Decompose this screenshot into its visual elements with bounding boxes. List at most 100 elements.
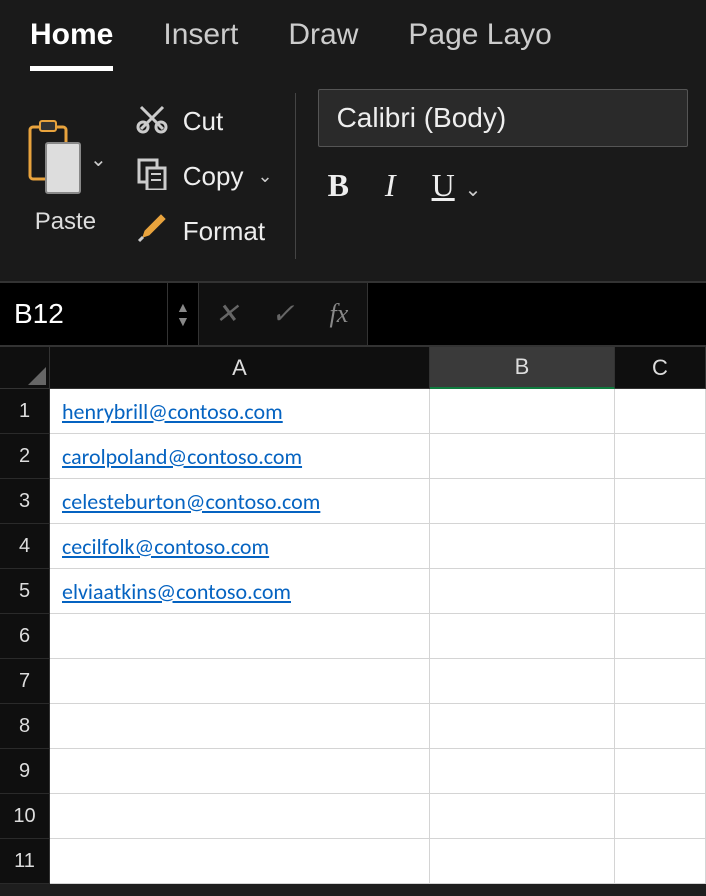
cell[interactable] (615, 569, 706, 614)
table-row: 3 celesteburton@contoso.com (0, 479, 706, 524)
cell[interactable] (615, 749, 706, 794)
cell[interactable] (50, 794, 430, 839)
name-box[interactable]: B12 (0, 283, 168, 345)
email-link[interactable]: henrybrill@contoso.com (62, 398, 283, 425)
table-row: 5 elviaatkins@contoso.com (0, 569, 706, 614)
cell[interactable] (615, 479, 706, 524)
row-header[interactable]: 8 (0, 704, 50, 749)
separator (295, 93, 296, 259)
formula-bar: B12 ▲ ▼ ✕ ✓ fx (0, 281, 706, 347)
column-header-B[interactable]: B (430, 347, 615, 389)
spreadsheet-grid: A B C 1 henrybrill@contoso.com 2 carolpolan… (0, 347, 706, 884)
spinner-down-icon[interactable]: ▼ (176, 314, 190, 328)
chevron-down-icon[interactable]: ⌄ (465, 177, 482, 202)
cell[interactable] (615, 839, 706, 884)
row-header[interactable]: 5 (0, 569, 50, 614)
cell[interactable]: henrybrill@contoso.com (50, 389, 430, 434)
cell[interactable] (50, 839, 430, 884)
cell[interactable] (50, 704, 430, 749)
cell[interactable] (430, 569, 615, 614)
cancel-formula-button[interactable]: ✕ (199, 283, 255, 345)
cell[interactable] (615, 389, 706, 434)
cell[interactable] (430, 434, 615, 479)
bold-button[interactable]: B (328, 167, 349, 204)
email-link[interactable]: celesteburton@contoso.com (62, 488, 320, 515)
paintbrush-icon (135, 211, 169, 252)
row-header[interactable]: 1 (0, 389, 50, 434)
spinner-up-icon[interactable]: ▲ (176, 300, 190, 314)
cell[interactable]: elviaatkins@contoso.com (50, 569, 430, 614)
tab-draw[interactable]: Draw (288, 18, 358, 71)
accept-formula-button[interactable]: ✓ (255, 283, 311, 345)
column-header-A[interactable]: A (50, 347, 430, 389)
copy-button[interactable]: Copy ⌄ (135, 156, 273, 197)
table-row: 2 carolpoland@contoso.com (0, 434, 706, 479)
clipboard-actions: Cut Copy ⌄ Format (131, 85, 273, 267)
cell[interactable] (50, 749, 430, 794)
column-header-row: A B C (0, 347, 706, 389)
insert-function-button[interactable]: fx (311, 283, 367, 345)
row-header[interactable]: 10 (0, 794, 50, 839)
underline-button[interactable]: U (432, 167, 455, 204)
cell[interactable] (430, 704, 615, 749)
email-link[interactable]: cecilfolk@contoso.com (62, 533, 269, 560)
row-header[interactable]: 11 (0, 839, 50, 884)
italic-button[interactable]: I (385, 167, 396, 204)
row-header[interactable]: 3 (0, 479, 50, 524)
cell[interactable] (430, 389, 615, 434)
table-row: 11 (0, 839, 706, 884)
cell[interactable] (615, 614, 706, 659)
copy-label: Copy (183, 161, 244, 192)
cell[interactable] (430, 794, 615, 839)
row-header[interactable]: 2 (0, 434, 50, 479)
cut-label: Cut (183, 106, 223, 137)
chevron-down-icon: ⌄ (257, 166, 272, 187)
cell[interactable]: cecilfolk@contoso.com (50, 524, 430, 569)
email-link[interactable]: carolpoland@contoso.com (62, 443, 302, 470)
table-row: 7 (0, 659, 706, 704)
cell[interactable] (430, 614, 615, 659)
tab-home[interactable]: Home (30, 18, 113, 71)
format-painter-button[interactable]: Format (135, 211, 273, 252)
cell[interactable] (430, 839, 615, 884)
row-header[interactable]: 9 (0, 749, 50, 794)
ribbon-tabs: Home Insert Draw Page Layo (0, 0, 706, 71)
row-header[interactable]: 6 (0, 614, 50, 659)
chevron-down-icon[interactable]: ⌄ (90, 147, 107, 172)
column-header-C[interactable]: C (615, 347, 706, 389)
cell[interactable] (50, 614, 430, 659)
cell[interactable] (430, 749, 615, 794)
paste-group: ⌄ Paste (18, 85, 113, 267)
copy-icon (135, 156, 169, 197)
cell[interactable] (615, 794, 706, 839)
cell[interactable]: celesteburton@contoso.com (50, 479, 430, 524)
namebox-spinner[interactable]: ▲ ▼ (168, 283, 199, 345)
tab-page-layout[interactable]: Page Layo (408, 18, 551, 71)
cell[interactable] (430, 479, 615, 524)
cell[interactable] (430, 524, 615, 569)
clipboard-icon[interactable] (24, 117, 84, 202)
email-link[interactable]: elviaatkins@contoso.com (62, 578, 291, 605)
cell[interactable] (615, 704, 706, 749)
select-all-button[interactable] (0, 347, 50, 389)
cut-button[interactable]: Cut (135, 101, 273, 142)
table-row: 10 (0, 794, 706, 839)
cell[interactable] (430, 659, 615, 704)
paste-label: Paste (35, 208, 96, 236)
row-header[interactable]: 7 (0, 659, 50, 704)
tab-insert[interactable]: Insert (163, 18, 238, 71)
table-row: 8 (0, 704, 706, 749)
formula-input[interactable] (367, 283, 706, 345)
table-row: 1 henrybrill@contoso.com (0, 389, 706, 434)
font-name-select[interactable]: Calibri (Body) (318, 89, 688, 147)
cell[interactable] (615, 434, 706, 479)
row-header[interactable]: 4 (0, 524, 50, 569)
cell[interactable] (50, 659, 430, 704)
cell[interactable] (615, 659, 706, 704)
format-label: Format (183, 216, 265, 247)
cell[interactable] (615, 524, 706, 569)
scissors-icon (135, 101, 169, 142)
ribbon-toolbar: ⌄ Paste Cut Copy ⌄ Format Calibri (Body) (0, 71, 706, 281)
table-row: 4 cecilfolk@contoso.com (0, 524, 706, 569)
cell[interactable]: carolpoland@contoso.com (50, 434, 430, 479)
